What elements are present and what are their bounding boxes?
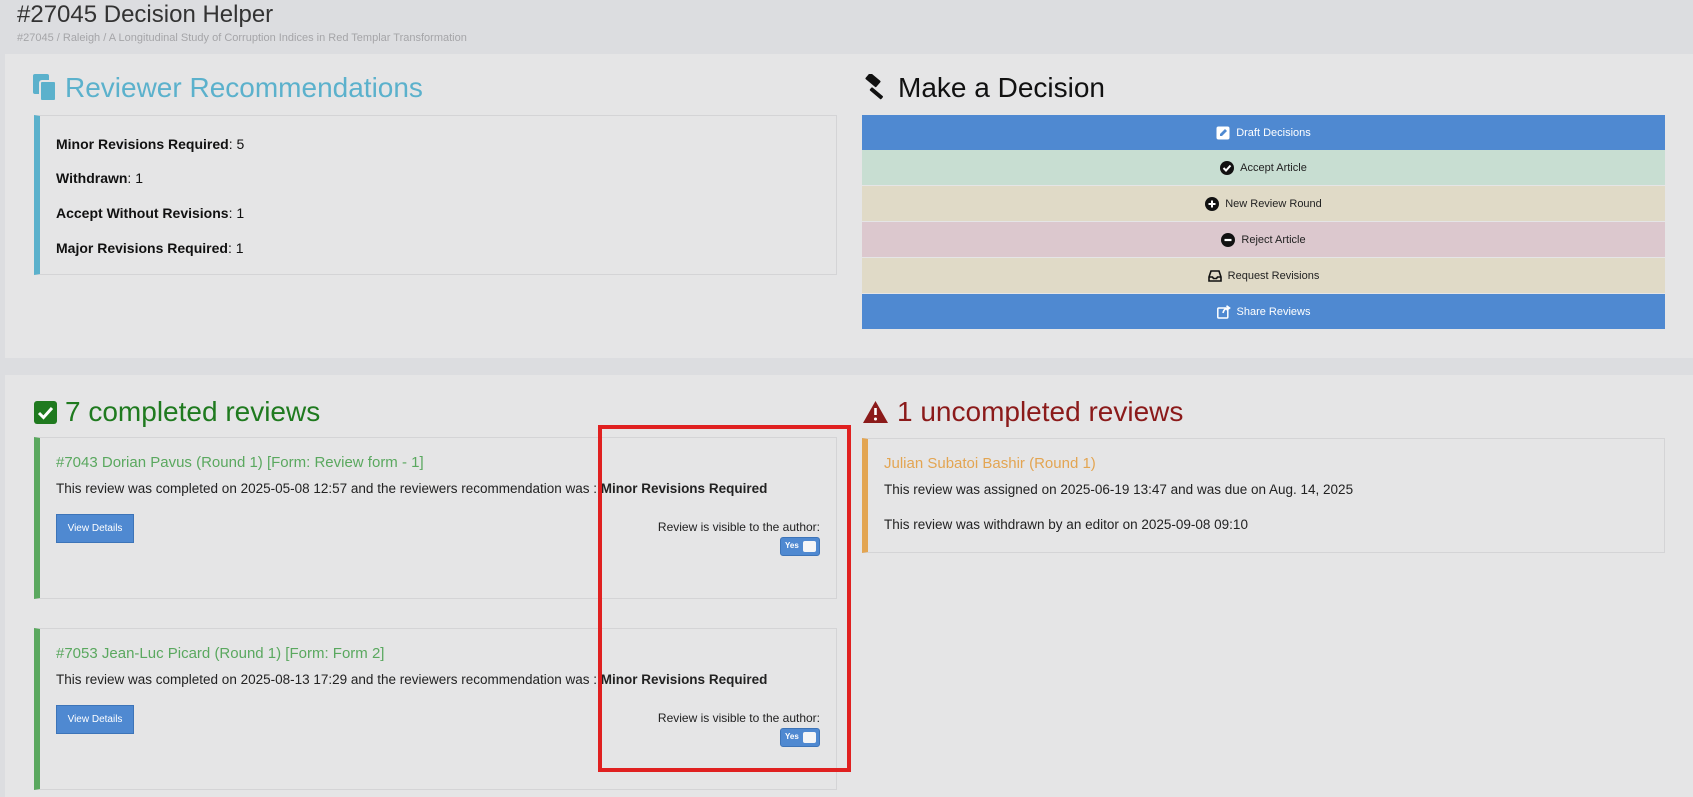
withdrawn-text: This review was withdrawn by an editor o… — [884, 517, 1248, 532]
visibility-label: Review is visible to the author: — [657, 711, 820, 725]
warning-icon — [862, 400, 889, 424]
reviews-panel: 7 completed reviews #7043 Dorian Pavus (… — [5, 375, 1693, 797]
review-summary: This review was completed on 2025-05-08 … — [56, 481, 768, 496]
recommendations-heading: Reviewer Recommendations — [33, 71, 423, 105]
page-title: #27045 Decision Helper — [17, 1, 274, 28]
request-revisions-button[interactable]: Request Revisions — [862, 258, 1665, 293]
toggle-label: Yes — [785, 732, 799, 741]
toggle-label: Yes — [785, 541, 799, 550]
visibility-toggle[interactable]: Yes — [780, 728, 820, 747]
uncompleted-title: 1 uncompleted reviews — [897, 396, 1184, 427]
review-title-link[interactable]: #7043 Dorian Pavus (Round 1) [Form: Revi… — [56, 454, 424, 471]
page-header: #27045 Decision Helper #27045 / Raleigh … — [17, 0, 467, 44]
review-title-link[interactable]: #7053 Jean-Luc Picard (Round 1) [Form: F… — [56, 645, 384, 662]
review-recommendation: Minor Revisions Required — [600, 481, 768, 496]
breadcrumb: #27045 / Raleigh / A Longitudinal Study … — [17, 32, 467, 44]
toggle-knob — [803, 732, 816, 743]
view-details-button[interactable]: View Details — [56, 705, 134, 734]
toggle-knob — [803, 541, 816, 552]
new-review-round-button[interactable]: New Review Round — [862, 186, 1665, 221]
draft-decisions-button[interactable]: Draft Decisions — [862, 115, 1665, 150]
accept-article-button[interactable]: Accept Article — [862, 150, 1665, 185]
rec-withdrawn: Withdrawn: 1 — [56, 170, 143, 186]
rec-minor: Minor Revisions Required: 5 — [56, 136, 245, 152]
request-revisions-label: Request Revisions — [1227, 269, 1320, 282]
share-icon — [1216, 304, 1231, 319]
decision-heading: Make a Decision — [862, 71, 1105, 105]
rec-major: Major Revisions Required: 1 — [56, 240, 244, 256]
plus-circle-icon — [1205, 196, 1220, 211]
completed-title: 7 completed reviews — [65, 396, 321, 427]
review-card: #7043 Dorian Pavus (Round 1) [Form: Revi… — [34, 437, 837, 599]
review-summary: This review was completed on 2025-08-13 … — [56, 672, 768, 687]
recommendations-panel: Reviewer Recommendations Minor Revisions… — [5, 54, 1693, 358]
completed-heading: 7 completed reviews — [34, 395, 320, 429]
uncompleted-review-title[interactable]: Julian Subatoi Bashir (Round 1) — [884, 455, 1096, 472]
uncompleted-review-card: Julian Subatoi Bashir (Round 1) This rev… — [862, 438, 1665, 553]
new-review-round-label: New Review Round — [1225, 197, 1322, 210]
visibility-label: Review is visible to the author: — [657, 520, 820, 534]
share-reviews-label: Share Reviews — [1236, 305, 1311, 318]
rec-accept: Accept Without Revisions: 1 — [56, 205, 245, 221]
assigned-text: This review was assigned on 2025-06-19 1… — [884, 482, 1354, 497]
minus-circle-icon — [1221, 232, 1236, 247]
recommendations-summary: Minor Revisions Required: 5 Withdrawn: 1… — [34, 115, 837, 275]
review-card: #7053 Jean-Luc Picard (Round 1) [Form: F… — [34, 628, 837, 790]
edit-icon — [1216, 126, 1230, 140]
inbox-icon — [1207, 269, 1222, 282]
decision-title: Make a Decision — [898, 72, 1105, 103]
review-recommendation: Minor Revisions Required — [600, 672, 768, 687]
gavel-icon — [862, 74, 890, 102]
share-reviews-button[interactable]: Share Reviews — [862, 294, 1665, 329]
visibility-toggle[interactable]: Yes — [780, 537, 820, 556]
reject-article-label: Reject Article — [1241, 233, 1306, 246]
draft-decisions-label: Draft Decisions — [1236, 126, 1311, 139]
accept-article-label: Accept Article — [1240, 161, 1307, 174]
check-square-icon — [34, 400, 57, 424]
view-details-button[interactable]: View Details — [56, 514, 134, 543]
uncompleted-heading: 1 uncompleted reviews — [862, 395, 1183, 429]
copy-icon — [33, 74, 57, 102]
check-circle-icon — [1220, 160, 1235, 175]
reject-article-button[interactable]: Reject Article — [862, 222, 1665, 257]
recommendations-title: Reviewer Recommendations — [65, 72, 423, 103]
